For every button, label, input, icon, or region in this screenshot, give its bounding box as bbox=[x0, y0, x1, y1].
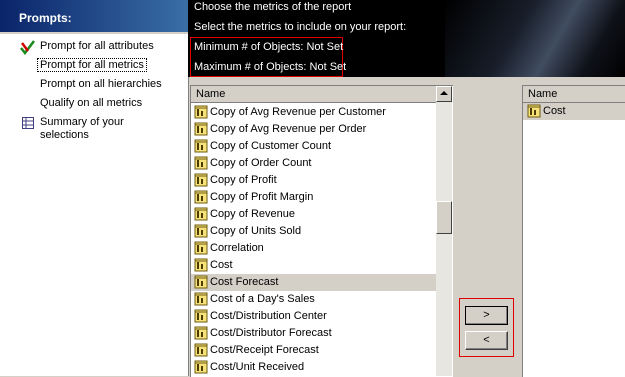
metric-label: Cost Forecast bbox=[210, 276, 279, 288]
metric-icon bbox=[194, 275, 208, 292]
instruction-text: Select the metrics to include on your re… bbox=[194, 21, 407, 33]
metric-list-item[interactable]: Copy of Avg Revenue per Order bbox=[191, 121, 436, 138]
add-button[interactable]: > bbox=[465, 306, 508, 325]
metric-icon bbox=[194, 360, 208, 377]
metric-list-item[interactable]: Copy of Profit bbox=[191, 172, 436, 189]
metric-label: Cost of a Day's Sales bbox=[210, 293, 315, 305]
metric-list-item[interactable]: Cost/Distributor Forecast bbox=[191, 325, 436, 342]
metric-list-item[interactable]: Cost bbox=[191, 257, 436, 274]
selected-list-item[interactable]: Cost bbox=[523, 103, 625, 120]
grid-icon bbox=[22, 117, 34, 132]
metric-label: Copy of Profit bbox=[210, 174, 277, 186]
nav-summary-line2[interactable]: selections bbox=[40, 129, 89, 141]
metric-label: Copy of Profit Margin bbox=[210, 191, 314, 203]
metric-label: Copy of Order Count bbox=[210, 157, 312, 169]
metric-icon bbox=[194, 122, 208, 139]
metric-label: Copy of Revenue bbox=[210, 208, 295, 220]
nav-prompt-attributes[interactable]: Prompt for all attributes bbox=[40, 40, 154, 52]
metric-list-item[interactable]: Copy of Revenue bbox=[191, 206, 436, 223]
metric-label: Copy of Units Sold bbox=[210, 225, 302, 237]
metric-icon bbox=[194, 343, 208, 360]
metric-icon bbox=[194, 190, 208, 207]
metric-list-item[interactable]: Cost Forecast bbox=[191, 274, 436, 291]
metric-list-item[interactable]: Copy of Profit Margin bbox=[191, 189, 436, 206]
metric-icon bbox=[194, 156, 208, 173]
metric-label: Cost/Unit Received bbox=[210, 361, 305, 373]
metric-icon bbox=[194, 241, 208, 258]
maximum-objects-label: Maximum # of Objects: Not Set bbox=[194, 61, 347, 73]
nav-summary-line1[interactable]: Summary of your bbox=[40, 116, 124, 128]
metric-label: Cost/Distribution Center bbox=[210, 310, 327, 322]
remove-button[interactable]: < bbox=[465, 331, 508, 350]
sidebar-header: Prompts: bbox=[0, 0, 188, 32]
instruction-title: Choose the metrics of the report bbox=[194, 1, 352, 13]
vertical-scrollbar[interactable] bbox=[436, 86, 452, 376]
nav-prompt-metrics[interactable]: Prompt for all metrics bbox=[37, 58, 147, 72]
metric-label: Copy of Avg Revenue per Order bbox=[210, 123, 367, 135]
metric-label: Copy of Avg Revenue per Customer bbox=[210, 106, 386, 118]
metric-list-item[interactable]: Cost of a Day's Sales bbox=[191, 291, 436, 308]
metric-icon bbox=[527, 104, 541, 121]
nav-prompt-hierarchies[interactable]: Prompt on all hierarchies bbox=[40, 78, 162, 90]
metric-list-item[interactable]: Copy of Avg Revenue per Customer bbox=[191, 104, 436, 121]
metric-list-item[interactable]: Cost/Distribution Center bbox=[191, 308, 436, 325]
minimum-objects-label: Minimum # of Objects: Not Set bbox=[194, 41, 344, 53]
metric-label: Cost/Receipt Forecast bbox=[210, 344, 319, 356]
header-decoration bbox=[445, 0, 625, 77]
column-header-name[interactable]: Name bbox=[191, 86, 437, 103]
instructions-panel: Choose the metrics of the report Select … bbox=[188, 0, 625, 77]
column-header-label: Name bbox=[196, 88, 226, 100]
scroll-up-arrow[interactable] bbox=[436, 86, 452, 102]
metric-list-item[interactable]: Copy of Units Sold bbox=[191, 223, 436, 240]
prompts-sidebar: Prompts: Prompt for all attributes Promp… bbox=[0, 0, 189, 376]
metric-icon bbox=[194, 326, 208, 343]
metric-label: Cost bbox=[210, 259, 233, 271]
metric-icon bbox=[194, 309, 208, 326]
metric-list-item[interactable]: Correlation bbox=[191, 240, 436, 257]
metric-icon bbox=[194, 292, 208, 309]
metric-label: Copy of Customer Count bbox=[210, 140, 332, 152]
metric-list-item[interactable]: Copy of Order Count bbox=[191, 155, 436, 172]
selected-column-header-label: Name bbox=[528, 88, 558, 100]
move-buttons-box: > < bbox=[459, 298, 514, 357]
metric-icon bbox=[194, 139, 208, 156]
metric-list-item[interactable]: Cost/Unit Received bbox=[191, 359, 436, 376]
nav-qualify-metrics[interactable]: Qualify on all metrics bbox=[40, 97, 142, 109]
scroll-thumb[interactable] bbox=[436, 201, 452, 234]
check-icon bbox=[19, 39, 37, 60]
metric-label: Correlation bbox=[210, 242, 264, 254]
metric-icon bbox=[194, 173, 208, 190]
selected-metrics-list[interactable]: Name Cost bbox=[522, 85, 625, 377]
metric-icon bbox=[194, 258, 208, 275]
metric-icon bbox=[194, 224, 208, 241]
selected-item-label: Cost bbox=[543, 105, 566, 117]
sidebar-divider bbox=[0, 32, 188, 34]
selected-column-header-name[interactable]: Name bbox=[523, 86, 625, 103]
metric-label: Cost/Distributor Forecast bbox=[210, 327, 332, 339]
metric-list-item[interactable]: Cost/Receipt Forecast bbox=[191, 342, 436, 359]
metric-list-item[interactable]: Copy of Customer Count bbox=[191, 138, 436, 155]
metric-icon bbox=[194, 105, 208, 122]
available-metrics-list[interactable]: Name Copy of Avg Revenue per Customer Cop… bbox=[190, 85, 453, 377]
sidebar-title: Prompts: bbox=[19, 11, 72, 25]
metric-icon bbox=[194, 207, 208, 224]
